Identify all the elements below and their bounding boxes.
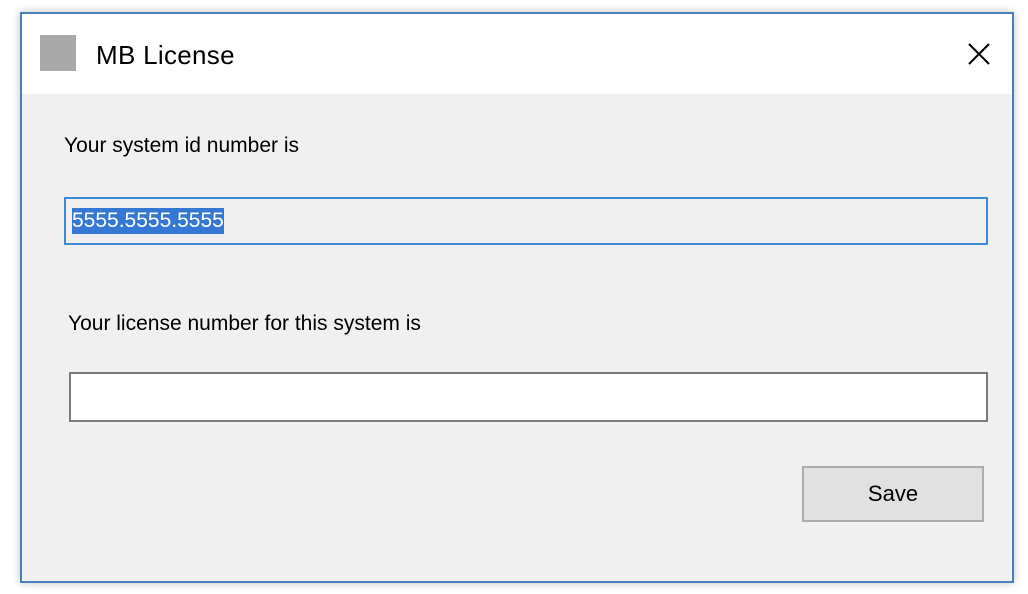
close-icon: [967, 42, 991, 66]
license-number-label: Your license number for this system is: [68, 312, 421, 335]
license-number-field[interactable]: [69, 372, 988, 422]
system-id-value: 5555.5555.5555: [72, 208, 224, 234]
system-id-label: Your system id number is: [64, 134, 299, 157]
license-dialog: MB License Your system id number is 5555…: [20, 12, 1014, 583]
window-title: MB License: [96, 40, 235, 70]
system-id-field[interactable]: 5555.5555.5555: [64, 197, 988, 245]
save-button[interactable]: Save: [802, 466, 984, 522]
app-icon: [40, 35, 76, 71]
close-button[interactable]: [946, 14, 1012, 94]
title-bar[interactable]: MB License: [22, 14, 1012, 94]
